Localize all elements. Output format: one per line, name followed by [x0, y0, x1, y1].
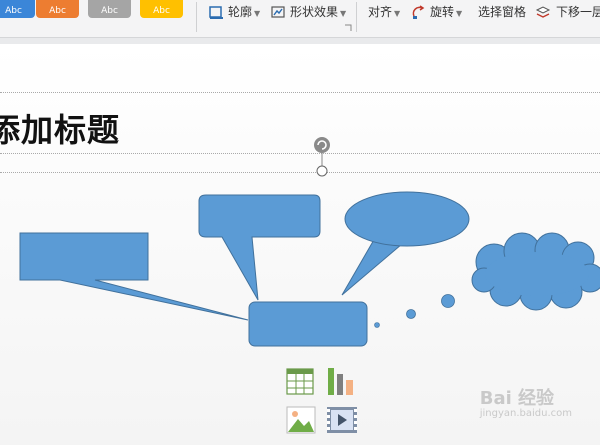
selected-rounded-rectangle[interactable] [248, 301, 368, 347]
chart-icon[interactable] [328, 368, 353, 395]
slide-shapes [19, 137, 600, 434]
thought-bubble-dot-medium [406, 309, 416, 319]
cloud-callout[interactable] [471, 232, 600, 311]
rotation-anchor[interactable] [316, 165, 328, 177]
picture-icon[interactable] [286, 406, 316, 434]
video-icon[interactable] [327, 407, 357, 433]
thought-bubble-dot-large [441, 294, 455, 308]
table-icon[interactable] [286, 368, 314, 395]
oval-callout[interactable] [344, 191, 470, 247]
rotate-handle-icon[interactable] [314, 137, 330, 153]
oval-callout-tail [341, 237, 404, 296]
rectangular-callout[interactable] [19, 232, 249, 321]
rounded-rectangle-callout[interactable] [198, 194, 321, 301]
thought-bubble-dot-small [374, 322, 380, 328]
